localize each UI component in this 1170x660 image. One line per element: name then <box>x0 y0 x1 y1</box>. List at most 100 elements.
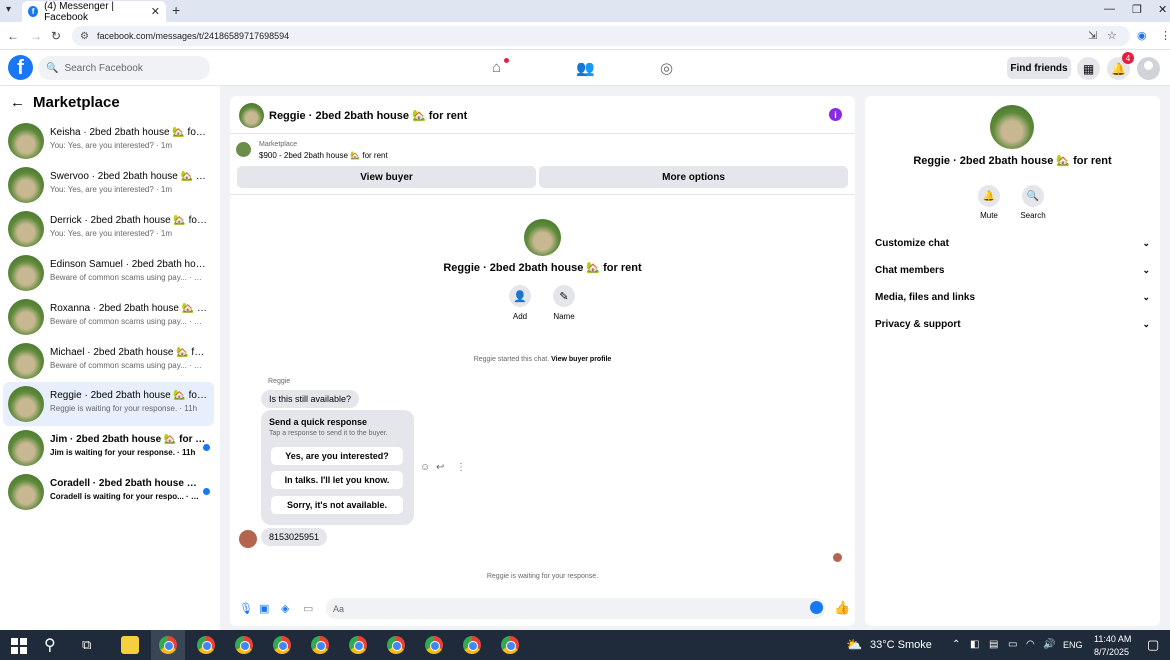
listing-thumbnail <box>8 474 44 510</box>
chrome-icon[interactable] <box>235 636 253 654</box>
conversation-item[interactable]: Swervoo · 2bed 2bath house 🏡 fo... You: … <box>3 163 214 207</box>
volume-icon[interactable]: 🔊 <box>1043 639 1055 650</box>
back-arrow-icon[interactable]: ← <box>10 94 25 111</box>
chrome-icon[interactable] <box>197 636 215 654</box>
chrome-icon[interactable] <box>159 636 177 654</box>
facebook-logo-icon[interactable]: f <box>8 55 33 80</box>
view-buyer-profile-link[interactable]: View buyer profile <box>551 356 611 363</box>
mute-action[interactable]: 🔔 Mute <box>971 185 1007 220</box>
weather-icon[interactable]: ⛅ <box>846 637 862 653</box>
view-buyer-button[interactable]: View buyer <box>237 166 536 188</box>
chrome-icon[interactable] <box>349 636 367 654</box>
bookmark-star-icon[interactable]: ☆ <box>1107 29 1117 42</box>
microphone-icon[interactable]: 🎙 <box>239 602 253 615</box>
conversation-item[interactable]: Derrick · 2bed 2bath house 🏡 for ... You… <box>3 207 214 251</box>
groups-icon[interactable]: ◎ <box>660 59 673 77</box>
name-label: Name <box>553 312 575 321</box>
account-avatar[interactable] <box>1137 57 1160 80</box>
quick-response-option[interactable]: Yes, are you interested? <box>271 447 403 465</box>
tray-app-icon[interactable]: ◧ <box>970 639 979 650</box>
sticker-icon[interactable]: ◈ <box>281 602 289 615</box>
tab-list-icon[interactable]: ▾ <box>6 4 11 15</box>
url-field[interactable]: ⚙ facebook.com/messages/t/24186589717698… <box>72 26 1130 46</box>
new-tab-icon[interactable]: + <box>172 2 180 18</box>
site-info-icon[interactable]: ⚙ <box>80 31 89 42</box>
forward-icon[interactable]: → <box>30 29 42 43</box>
conversation-item[interactable]: Jim · 2bed 2bath house 🏡 for rent Jim is… <box>3 426 214 470</box>
back-icon[interactable]: ← <box>7 29 19 43</box>
browser-menu-icon[interactable]: ⋮ <box>1160 29 1170 42</box>
section-label: Customize chat <box>875 237 949 249</box>
conversation-avatar <box>524 219 561 256</box>
emoji-icon[interactable] <box>810 601 823 614</box>
section-media-files-links[interactable]: Media, files and links ⌄ <box>875 287 1150 307</box>
section-customize-chat[interactable]: Customize chat ⌄ <box>875 233 1150 253</box>
pencil-icon[interactable]: ✎ <box>553 285 575 307</box>
add-person-icon[interactable]: 👤 <box>509 285 531 307</box>
friends-icon[interactable]: 👥 <box>576 59 595 77</box>
section-privacy-support[interactable]: Privacy & support ⌄ <box>875 314 1150 334</box>
browser-tab[interactable]: f (4) Messenger | Facebook ✕ <box>22 1 166 23</box>
notification-center-icon[interactable]: ▢ <box>1147 637 1159 653</box>
reply-icon[interactable]: ↩ <box>436 462 444 473</box>
search-icon[interactable]: ⚲ <box>44 635 56 655</box>
close-tab-icon[interactable]: ✕ <box>151 5 160 18</box>
conversation-title: Reggie · 2bed 2bath house 🏡 for ... <box>50 390 208 401</box>
info-icon[interactable]: i <box>829 108 842 121</box>
tray-app-icon[interactable]: ▤ <box>989 639 998 650</box>
chrome-icon[interactable] <box>501 636 519 654</box>
section-chat-members[interactable]: Chat members ⌄ <box>875 260 1150 280</box>
facebook-search-input[interactable]: 🔍 Search Facebook <box>38 56 210 80</box>
task-view-icon[interactable]: ⧉ <box>82 637 91 653</box>
sticky-notes-icon[interactable] <box>121 636 139 654</box>
more-actions-icon[interactable]: ⋮ <box>456 462 466 473</box>
chrome-icon[interactable] <box>311 636 329 654</box>
photo-icon[interactable]: ▣ <box>259 602 269 615</box>
conversation-item-active[interactable]: Reggie · 2bed 2bath house 🏡 for ... Regg… <box>3 382 214 426</box>
clock-date[interactable]: 8/7/2025 <box>1094 647 1129 657</box>
more-options-button[interactable]: More options <box>539 166 848 188</box>
thumbs-up-icon[interactable]: 👍 <box>834 600 850 616</box>
react-emoji-icon[interactable]: ☺ <box>420 462 430 473</box>
conversation-item[interactable]: Roxanna · 2bed 2bath house 🏡 fo... Bewar… <box>3 295 214 339</box>
chrome-icon[interactable] <box>387 636 405 654</box>
message-input[interactable]: Aa <box>326 598 825 619</box>
chrome-icon[interactable] <box>425 636 443 654</box>
conversation-item[interactable]: Michael · 2bed 2bath house 🏡 for... Bewa… <box>3 339 214 383</box>
gif-icon[interactable]: ▭ <box>303 602 313 615</box>
clock-time[interactable]: 11:40 AM <box>1094 634 1131 644</box>
chrome-icon[interactable] <box>463 636 481 654</box>
chat-title[interactable]: Reggie · 2bed 2bath house 🏡 for rent <box>269 109 467 122</box>
menu-grid-icon[interactable]: ▦ <box>1077 57 1100 80</box>
conversation-title: Edinson Samuel · 2bed 2bath hous... <box>50 259 208 270</box>
details-title: Reggie · 2bed 2bath house 🏡 for rent <box>913 155 1112 167</box>
conversation-item[interactable]: Coradell · 2bed 2bath house 🏡 f... Corad… <box>3 470 214 514</box>
windows-start-icon[interactable] <box>10 636 28 654</box>
home-icon[interactable]: ⌂ <box>492 59 501 76</box>
name-action[interactable]: ✎ Name <box>544 285 584 321</box>
language-indicator[interactable]: ENG <box>1063 640 1083 650</box>
quick-response-option[interactable]: Sorry, it's not available. <box>271 496 403 514</box>
conversation-item[interactable]: Keisha · 2bed 2bath house 🏡 for r... You… <box>3 119 214 163</box>
section-label: Privacy & support <box>875 318 961 330</box>
tray-overflow-icon[interactable]: ⌃ <box>952 639 960 650</box>
search-action[interactable]: 🔍 Search <box>1015 185 1051 220</box>
weather-text[interactable]: 33°C Smoke <box>870 639 932 651</box>
quick-response-option[interactable]: In talks. I'll let you know. <box>271 471 403 489</box>
battery-icon[interactable]: ▭ <box>1008 639 1017 650</box>
search-icon[interactable]: 🔍 <box>1022 185 1044 207</box>
reload-icon[interactable]: ↻ <box>51 29 61 43</box>
wifi-icon[interactable]: ◠ <box>1026 639 1035 650</box>
add-action[interactable]: 👤 Add <box>500 285 540 321</box>
profile-icon[interactable]: ◉ <box>1137 29 1147 42</box>
chat-avatar[interactable] <box>239 103 264 128</box>
install-icon[interactable]: ⇲ <box>1088 29 1097 42</box>
bell-icon[interactable]: 🔔 <box>978 185 1000 207</box>
restore-icon[interactable]: ❐ <box>1132 3 1142 16</box>
find-friends-button[interactable]: Find friends <box>1007 57 1071 79</box>
conversation-item[interactable]: Edinson Samuel · 2bed 2bath hous... Bewa… <box>3 251 214 295</box>
chrome-icon[interactable] <box>273 636 291 654</box>
minimize-icon[interactable]: — <box>1104 3 1115 15</box>
close-window-icon[interactable]: ✕ <box>1158 3 1167 16</box>
listing-price-title: $900 - 2bed 2bath house 🏡 for rent <box>259 151 388 160</box>
